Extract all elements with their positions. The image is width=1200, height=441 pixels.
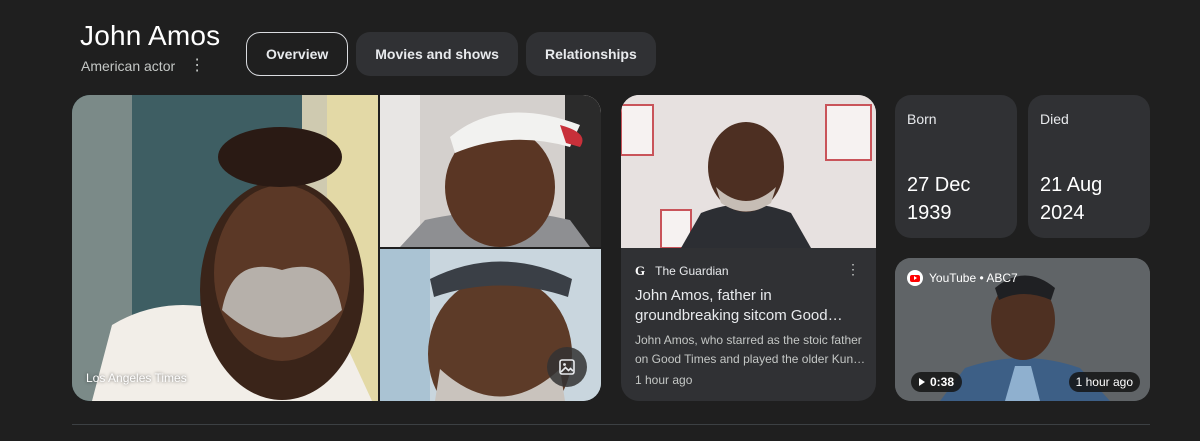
video-duration: 0:38 [930, 375, 955, 389]
tab-bar: Overview Movies and shows Relationships [246, 32, 656, 76]
image-icon [559, 359, 575, 375]
tab-overview[interactable]: Overview [246, 32, 349, 76]
guardian-logo-icon: G [635, 263, 646, 278]
fact-value: 21 Aug 2024 [1040, 174, 1103, 224]
fact-card-died[interactable]: Died 21 Aug 2024 [1028, 95, 1150, 238]
more-vert-icon[interactable]: ⋮ [189, 58, 205, 74]
fact-label: Born [907, 111, 937, 127]
play-button[interactable]: 0:38 [911, 372, 963, 392]
tab-movies-and-shows[interactable]: Movies and shows [356, 32, 518, 76]
fact-card-born[interactable]: Born 27 Dec 1939 [895, 95, 1017, 238]
photo-cap-2[interactable] [380, 249, 601, 401]
video-source: YouTube • ABC7 [907, 270, 1018, 286]
news-card[interactable]: G The Guardian ⋮ John Amos, father in gr… [621, 95, 876, 401]
video-time: 1 hour ago [1068, 372, 1140, 392]
photo-cap[interactable] [380, 95, 601, 247]
subtitle: American actor ⋮ [81, 58, 205, 75]
main-photo[interactable]: Los Angeles Times [72, 95, 378, 401]
divider [72, 424, 1150, 425]
page-title: John Amos [80, 20, 221, 51]
news-source-name: The Guardian [655, 264, 729, 278]
news-headline[interactable]: John Amos, father in groundbreaking sitc… [635, 286, 865, 326]
news-time: 1 hour ago [635, 373, 693, 387]
subtitle-text: American actor [81, 58, 176, 74]
fact-label: Died [1040, 111, 1069, 127]
portrait-image [72, 95, 378, 401]
more-vert-icon[interactable]: ⋮ [846, 261, 860, 278]
more-images-button[interactable] [547, 347, 587, 387]
youtube-icon [907, 270, 923, 286]
portrait-image [380, 95, 601, 247]
play-icon [919, 378, 925, 386]
fact-value: 27 Dec 1939 [907, 174, 971, 224]
news-source: G The Guardian [635, 263, 729, 279]
video-source-name: YouTube • ABC7 [929, 271, 1018, 285]
image-source-label: Los Angeles Times [86, 371, 187, 385]
news-snippet: John Amos, who starred as the stoic fath… [635, 333, 864, 366]
news-image [621, 95, 876, 248]
video-card[interactable]: YouTube • ABC7 0:38 1 hour ago [895, 258, 1150, 401]
tab-relationships[interactable]: Relationships [525, 32, 656, 76]
